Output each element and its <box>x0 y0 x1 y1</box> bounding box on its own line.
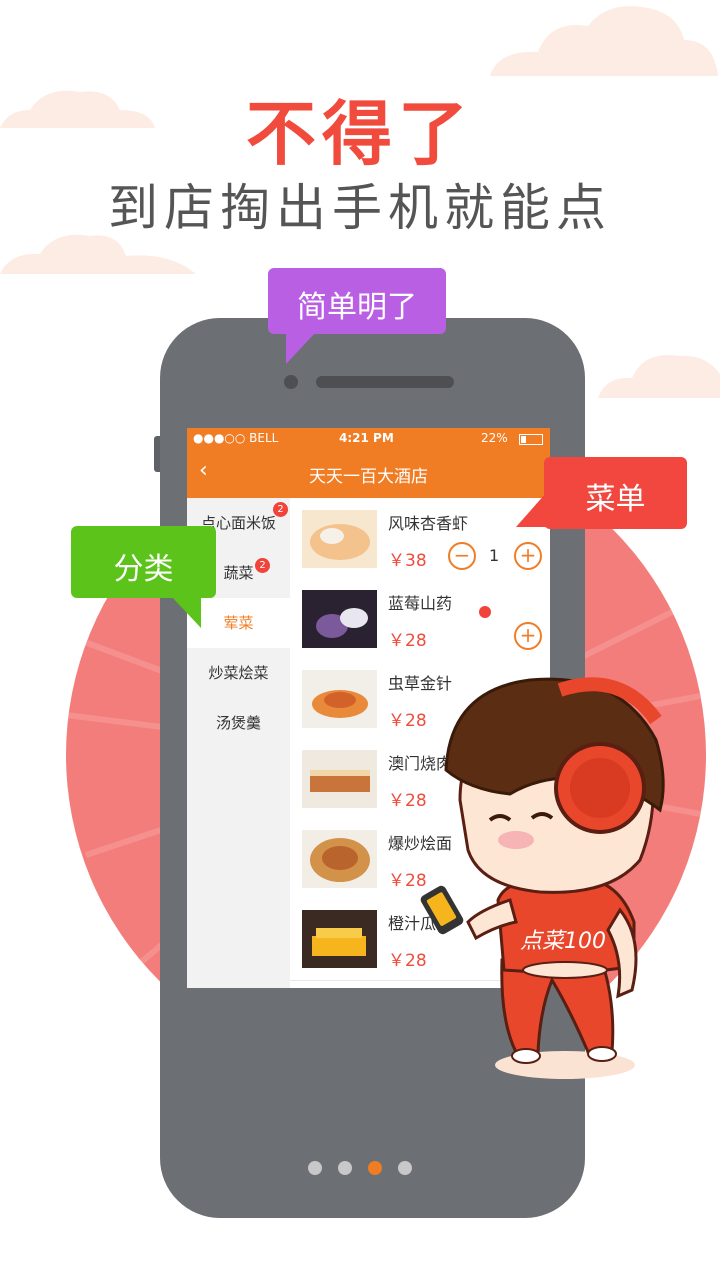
added-indicator-dot <box>479 606 491 618</box>
category-item[interactable]: 炒菜烩菜 <box>187 648 290 698</box>
status-bar: ●●●○○ BELL 4:21 PM 22% <box>187 428 550 448</box>
page-indicator <box>0 1160 720 1179</box>
increase-button[interactable]: + <box>514 622 542 650</box>
decrease-button[interactable]: − <box>448 542 476 570</box>
dish-row[interactable]: 蓝莓山药 ￥28 + <box>290 580 550 661</box>
increase-button[interactable]: + <box>514 542 542 570</box>
page-dot[interactable] <box>308 1161 322 1175</box>
dish-row[interactable]: 风味杏香虾 ￥38 − 1 + <box>290 500 550 581</box>
count-badge: 2 <box>273 502 288 517</box>
dish-price: ￥28 <box>388 631 427 651</box>
dish-photo <box>302 510 377 568</box>
carrier-label: ●●●○○ BELL <box>193 431 279 445</box>
dish-photo <box>302 590 377 648</box>
dish-price: ￥38 <box>388 551 427 571</box>
cloud-right-mid <box>598 354 720 398</box>
restaurant-title: 天天一百大酒店 <box>309 467 428 487</box>
status-time: 4:21 PM <box>339 431 394 445</box>
phone-side-button <box>154 436 160 472</box>
page-dot-active[interactable] <box>368 1161 382 1175</box>
battery-label: 22% <box>481 431 508 445</box>
count-badge: 2 <box>255 558 270 573</box>
bubble-tail <box>516 493 546 527</box>
dish-name: 风味杏香虾 <box>388 514 469 533</box>
headline-subtitle: 到店掏出手机就能点 <box>108 179 612 237</box>
mascot-boy-illustration: 点菜100 <box>420 677 665 1079</box>
phone-camera <box>284 375 298 389</box>
bubble-tail <box>171 596 201 628</box>
bubble-tail <box>286 332 316 364</box>
shirt-logo-text: 点菜100 <box>520 929 606 954</box>
cloud-top-right <box>490 6 718 77</box>
nav-bar: ‹ 天天一百大酒店 <box>187 448 550 498</box>
menu-bubble: 菜单 <box>516 457 687 529</box>
phone-speaker <box>316 376 454 388</box>
page-dot[interactable] <box>398 1161 412 1175</box>
dish-photo <box>302 830 377 888</box>
category-item[interactable]: 汤煲羹 <box>187 698 290 748</box>
dish-photo <box>302 910 377 968</box>
dish-name: 蓝莓山药 <box>388 594 453 613</box>
simple-bubble: 简单明了 <box>268 268 446 364</box>
headline-title: 不得了 <box>246 93 474 175</box>
page-dot[interactable] <box>338 1161 352 1175</box>
dish-photo <box>302 670 377 728</box>
quantity-value: 1 <box>489 546 500 565</box>
category-item-active[interactable]: 荤菜 <box>187 598 290 648</box>
battery-icon <box>519 434 543 445</box>
category-bubble: 分类 <box>71 526 216 628</box>
dish-photo <box>302 750 377 808</box>
